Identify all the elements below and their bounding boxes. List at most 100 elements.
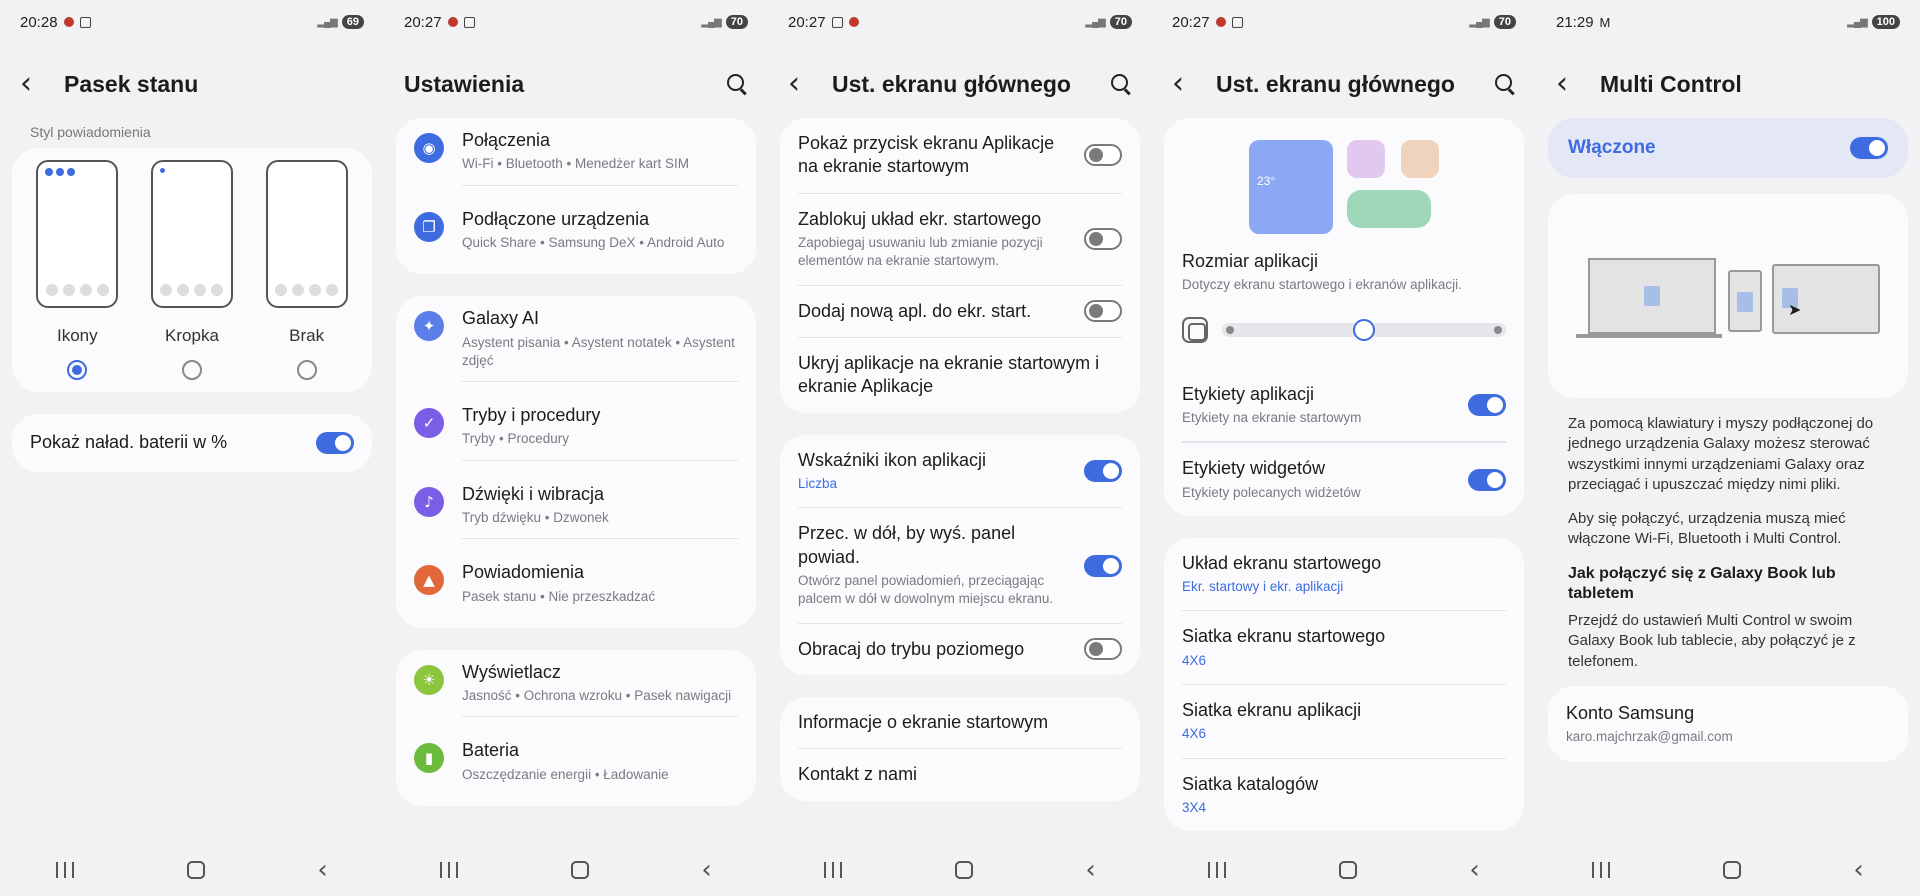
settings-item[interactable]: ▲ Powiadomienia Pasek stanu • Nie przeszka… [414,550,738,628]
app-size-slider[interactable] [1222,318,1506,341]
enabled-row[interactable]: Włączone [1548,118,1908,178]
settings-item[interactable]: Wskaźniki ikon aplikacji Liczba [798,435,1122,509]
notification-style-option[interactable]: Brak [262,160,352,380]
style-radio[interactable] [181,360,202,380]
app-size-icon [1182,316,1208,343]
layout-item[interactable]: Siatka katalogów 3X4 [1182,759,1506,832]
battery-percent-row[interactable]: Pokaż naład. baterii w % [12,414,372,472]
nav-back-icon[interactable]: ‹ [317,855,327,885]
status-bar: 20:27 ▂▄▆ 70 [384,0,768,44]
settings-item-subtitle: Liczba [798,476,838,492]
phone-mockup [36,160,119,308]
back-arrow-icon[interactable]: ‹ [788,69,818,99]
home-icon[interactable] [1338,861,1357,879]
setting-toggle[interactable] [1084,554,1122,577]
nav-back-icon[interactable]: ‹ [701,855,711,885]
nav-back-icon[interactable]: ‹ [1853,855,1863,885]
settings-item[interactable]: Informacje o ekranie startowym [798,697,1122,750]
label-toggle[interactable] [1468,393,1506,416]
sound-icon: ♪ [414,486,444,517]
home-icon[interactable] [1722,861,1741,879]
battery-percent-label: Pokaż naład. baterii w % [30,432,228,453]
recents-icon[interactable] [1592,862,1611,878]
settings-item[interactable]: Zablokuj układ ekr. startowego Zapobiegaj… [798,194,1122,286]
status-time: 20:28 [20,13,58,31]
settings-item-title: Bateria [462,740,520,761]
screens-container: 20:28 ▂▄▆ 69 ‹ Pasek stanu Styl powiadomi… [0,0,1920,896]
app-bar: ‹ Multi Control [1536,44,1920,124]
setting-toggle[interactable] [1084,300,1122,323]
search-icon[interactable] [1494,73,1516,95]
settings-item[interactable]: ❐ Podłączone urządzenia Quick Share • Sams… [414,197,738,275]
settings-item-subtitle: Quick Share • Samsung DeX • Android Auto [462,235,725,250]
settings-item-title: Zablokuj układ ekr. startowego [798,208,1042,229]
nav-back-icon[interactable]: ‹ [1085,855,1095,885]
settings-item[interactable]: Dodaj nową apl. do ekr. start. [798,286,1122,338]
settings-item-title: Siatka ekranu startowego [1182,626,1386,647]
page-title: Ustawienia [404,70,525,97]
settings-item-title: Wyświetlacz [462,661,561,682]
layout-item[interactable]: Układ ekranu startowego Ekr. startowy i e… [1182,538,1506,612]
settings-item-subtitle: Tryby • Procedury [462,431,570,447]
status-time: 20:27 [788,13,826,31]
back-arrow-icon[interactable]: ‹ [1556,69,1586,99]
settings-item[interactable]: Kontakt z nami [798,749,1122,800]
search-icon[interactable] [1110,73,1132,95]
settings-item[interactable]: Pokaż przycisk ekranu Aplikacje na ekran… [798,118,1122,194]
nav-back-icon[interactable]: ‹ [1469,855,1479,885]
app-size-slider-row [1182,295,1506,369]
phone-home-screen-settings: 20:27 ▂▄▆ 70 ‹ Ust. ekranu głównego Pokaż… [768,0,1152,896]
multi-control-toggle[interactable] [1850,137,1888,159]
slider-thumb[interactable] [1353,318,1375,341]
layout-item[interactable]: Siatka ekranu startowego 4X6 [1182,611,1506,686]
settings-item[interactable]: Przec. w dół, by wyś. panel powiad. Otwór… [798,508,1122,624]
modes-icon: ✓ [414,408,444,439]
battery-percent-toggle[interactable] [316,432,354,454]
setting-toggle[interactable] [1084,460,1122,483]
layout-item[interactable]: Siatka ekranu aplikacji 4X6 [1182,685,1506,759]
recents-icon[interactable] [1208,862,1227,878]
settings-item[interactable]: ▮ Bateria Oszczędzanie energii • Ładowanie [414,728,738,806]
settings-item-text: Tryby i procedury Tryby • Procedury [462,404,738,461]
back-arrow-icon[interactable]: ‹ [20,69,50,99]
settings-item[interactable]: ✓ Tryby i procedury Tryby • Procedury [414,393,738,472]
wifi-icon: ◉ [414,133,444,163]
screenshot-icon [831,16,843,28]
label-setting-item[interactable]: Etykiety aplikacji Etykiety na ekranie st… [1182,369,1506,443]
settings-group-card: ◉ Połączenia Wi-Fi • Bluetooth • Menedżer … [396,118,756,275]
settings-item-title: Przec. w dół, by wyś. panel powiad. [798,523,1016,567]
settings-item[interactable]: ☀ Wyświetlacz Jasność • Ochrona wzroku • P… [414,650,738,729]
settings-item[interactable]: ✦ Galaxy AI Asystent pisania • Asystent no… [414,296,738,393]
dock-dot [160,284,173,296]
settings-item[interactable]: ◉ Połączenia Wi-Fi • Bluetooth • Menedżer … [414,118,738,197]
label-toggle[interactable] [1468,468,1506,491]
label-setting-item[interactable]: Etykiety widgetów Etykiety polecanych wid… [1182,442,1506,516]
samsung-account-card[interactable]: Konto Samsung karo.majchrzak@gmail.com [1548,685,1908,763]
home-icon[interactable] [570,861,589,879]
home-icon[interactable] [954,861,973,879]
style-radio[interactable] [296,360,317,380]
notification-style-option[interactable]: Ikony [32,160,122,380]
phone-status-bar-settings: 20:28 ▂▄▆ 69 ‹ Pasek stanu Styl powiadomi… [0,0,384,896]
home-icon[interactable] [186,861,205,879]
search-icon[interactable] [726,73,748,95]
setting-toggle[interactable] [1084,144,1122,167]
description-paragraph: Za pomocą klawiatury i myszy podłączonej… [1568,415,1874,493]
notification-style-option[interactable]: Kropka [147,160,237,380]
recents-icon[interactable] [824,862,843,878]
status-dot [67,168,76,176]
setting-toggle[interactable] [1084,228,1122,251]
settings-item-subtitle: 4X6 [1182,652,1207,668]
devices-icon: ❐ [414,211,444,242]
settings-item-title: Informacje o ekranie startowym [798,712,1049,732]
recents-icon[interactable] [56,862,75,878]
settings-item[interactable]: Obracaj do trybu poziomego [798,624,1122,675]
back-arrow-icon[interactable]: ‹ [1172,69,1202,99]
recents-icon[interactable] [440,862,459,878]
settings-item[interactable]: ♪ Dźwięki i wibracja Tryb dźwięku • Dzwone… [414,472,738,551]
settings-item-title: Etykiety widgetów [1182,458,1326,479]
navigation-bar: ‹ [0,844,384,896]
style-radio[interactable] [67,360,88,380]
settings-item[interactable]: Ukryj aplikacje na ekranie startowym i e… [798,338,1122,413]
setting-toggle[interactable] [1084,638,1122,661]
